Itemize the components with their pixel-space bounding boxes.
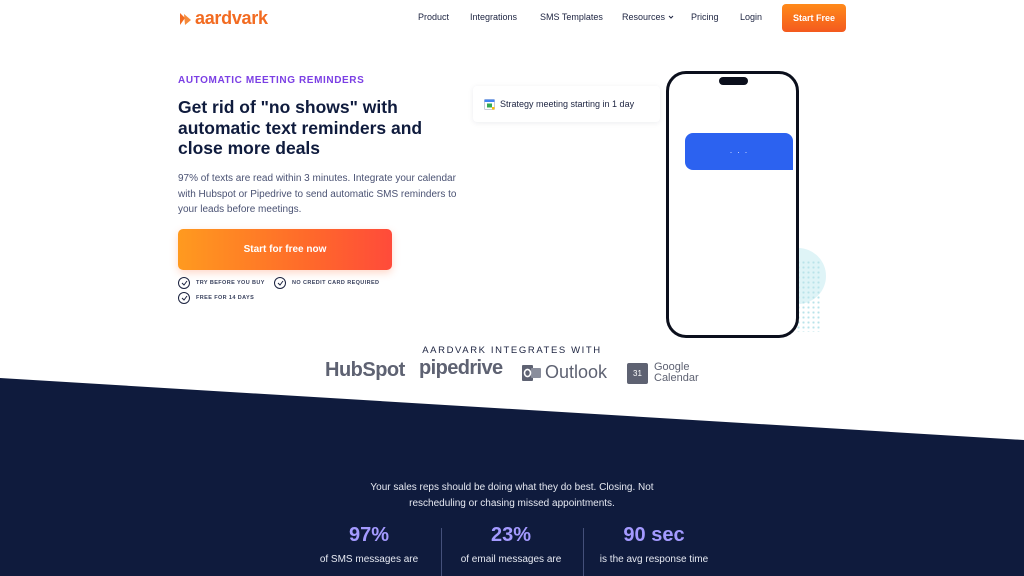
stat-sms: 97% of SMS messages are: [299, 524, 439, 567]
chevron-down-icon: [668, 15, 674, 19]
decorative-dots: [796, 260, 820, 332]
phone-mockup: · · ·: [666, 71, 799, 338]
check-label: TRY BEFORE YOU BUY: [196, 280, 265, 286]
stat-response-time: 90 sec is the avg response time: [584, 524, 724, 567]
nav-link-resources-label: Resources: [622, 12, 666, 22]
nav-link-resources[interactable]: Resources: [622, 12, 674, 22]
nav-link-sms-templates[interactable]: SMS Templates: [540, 12, 603, 22]
hero-headline: Get rid of "no shows" with automatic tex…: [178, 97, 423, 158]
integrations-title: AARDVARK INTEGRATES WITH: [422, 345, 602, 356]
nav-link-login[interactable]: Login: [740, 12, 762, 22]
top-nav: aardvark Product Integrations SMS Templa…: [0, 0, 1024, 36]
check-try-before-you-buy: TRY BEFORE YOU BUY: [178, 277, 265, 289]
phone-notch: [719, 77, 748, 85]
stat-value: 90 sec: [623, 524, 685, 546]
checkmark-icon: [274, 277, 286, 289]
google-calendar-icon: [484, 98, 495, 110]
stat-value: 23%: [490, 524, 532, 546]
checkmark-icon: [178, 292, 190, 304]
check-label: NO CREDIT CARD REQUIRED: [292, 280, 380, 286]
start-for-free-button[interactable]: Start for free now: [178, 229, 392, 270]
start-free-button[interactable]: Start Free: [782, 4, 846, 32]
notification-text: Strategy meeting starting in 1 day: [500, 99, 635, 109]
checkmark-icon: [178, 277, 190, 289]
check-no-credit-card: NO CREDIT CARD REQUIRED: [274, 277, 379, 289]
aardvark-logo-icon: [180, 12, 191, 25]
stat-label: is the avg response time: [599, 554, 709, 565]
stats-intro: Your sales reps should be doing what the…: [0, 480, 1024, 511]
brand-name: aardvark: [195, 8, 268, 28]
stat-label: of SMS messages are: [319, 554, 419, 565]
stat-value: 97%: [348, 524, 390, 546]
brand-logo[interactable]: aardvark: [179, 8, 268, 29]
meeting-notification-card: Strategy meeting starting in 1 day: [473, 86, 660, 122]
nav-link-integrations[interactable]: Integrations: [470, 12, 517, 22]
typing-message-bubble: · · ·: [685, 133, 793, 170]
stat-label: of email messages are: [460, 554, 562, 565]
nav-link-product[interactable]: Product: [418, 12, 449, 22]
check-label: FREE FOR 14 DAYS: [196, 295, 255, 301]
check-free-14-days: FREE FOR 14 DAYS: [178, 292, 254, 304]
nav-link-pricing[interactable]: Pricing: [691, 12, 719, 22]
hero-subtext: 97% of texts are read within 3 minutes. …: [178, 173, 457, 215]
stats-intro-line1: Your sales reps should be doing what the…: [370, 482, 654, 493]
stats-intro-line2: rescheduling or chasing missed appointme…: [409, 497, 615, 509]
hero-eyebrow: AUTOMATIC MEETING REMINDERS: [178, 75, 365, 86]
stat-email: 23% of email messages are: [441, 524, 581, 567]
pipedrive-logo: pipedrive: [419, 357, 503, 379]
